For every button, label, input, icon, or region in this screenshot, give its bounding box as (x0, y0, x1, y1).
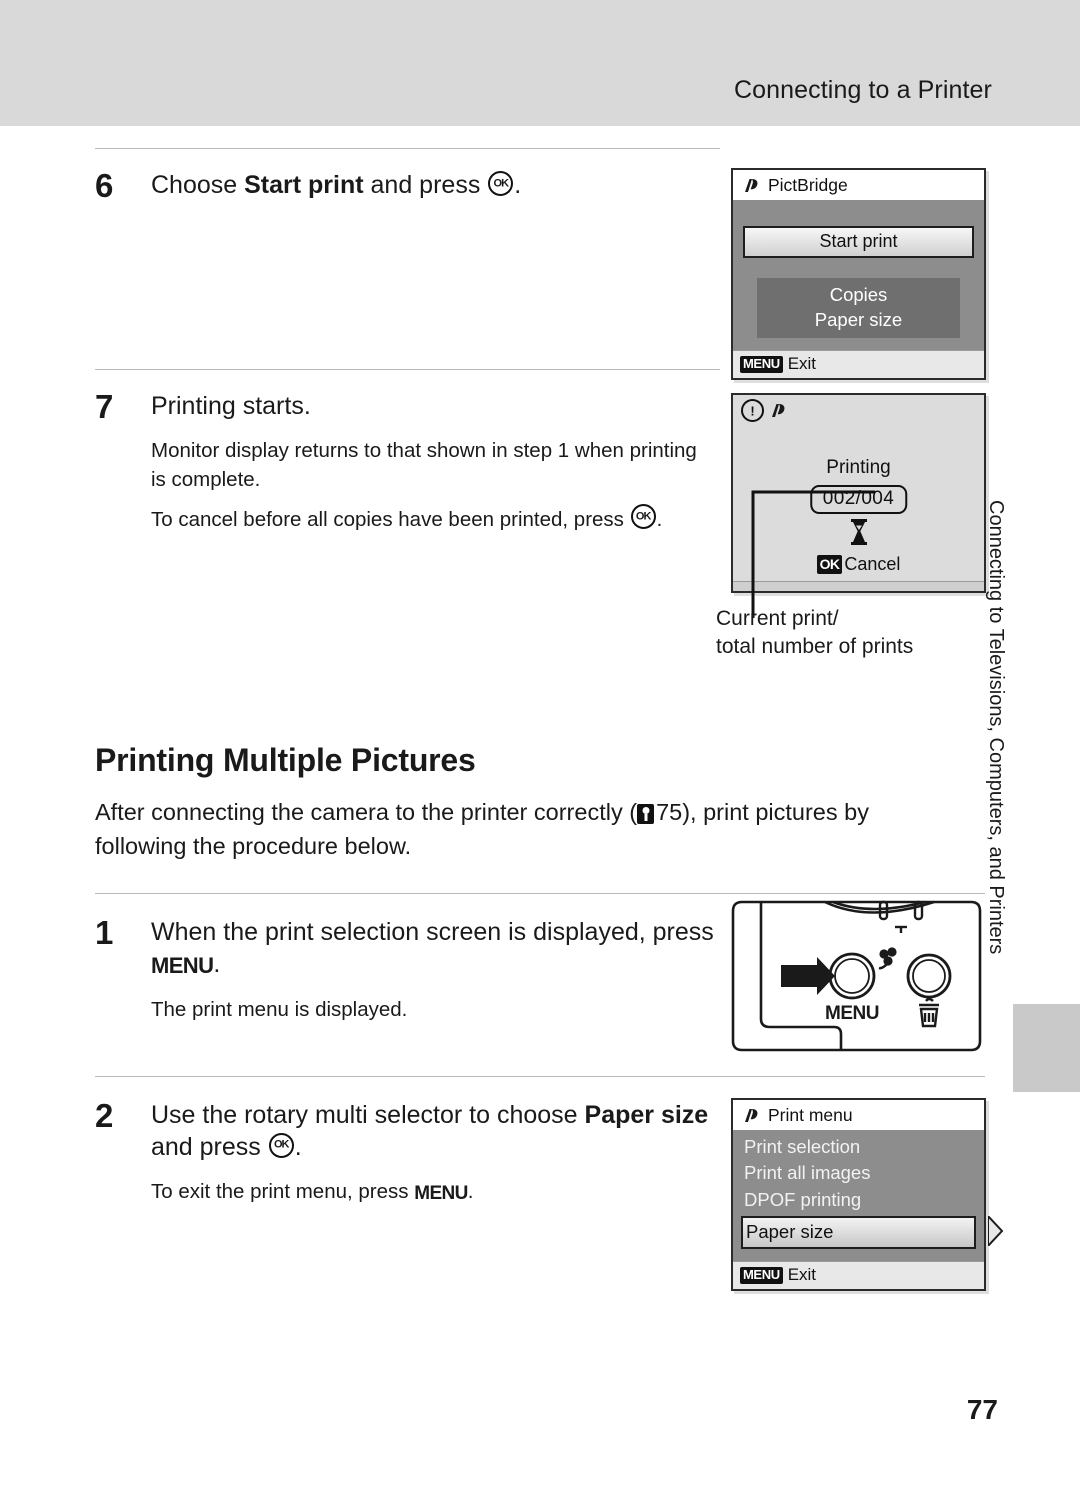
step-1-title: When the print selection screen is displ… (151, 916, 721, 980)
step-2-title-end: . (294, 1132, 302, 1161)
menu-button-label: MENU (825, 1003, 879, 1024)
page-reference-icon (637, 804, 655, 825)
paper-size-menu-item[interactable]: Paper size (757, 307, 960, 332)
step-2-title-bold: Paper size (584, 1100, 709, 1129)
pictbridge-screen-illustration: PictBridge Start print Copies Paper size… (731, 168, 986, 381)
step-2-title: Use the rotary multi selector to choose … (151, 1099, 721, 1163)
print-menu-screen-footer: MENU Exit (733, 1261, 984, 1290)
menu-button-icon: MENU (151, 953, 214, 979)
ok-button-icon (630, 504, 656, 530)
delete-button-circle (906, 953, 952, 999)
step-6-title-post: and press (363, 171, 488, 199)
section-intro-ref-page: 75 (656, 799, 683, 826)
camera-back-illustration: MENU (731, 900, 982, 1052)
section-heading: Printing Multiple Pictures (95, 742, 476, 779)
step-6-number: 6 (95, 167, 113, 204)
menu-badge-icon: MENU (740, 1266, 783, 1284)
print-menu-screen-illustration: Print menu Print selection Print all ima… (731, 1098, 1004, 1292)
paper-size-menu-item[interactable]: Paper size (741, 1215, 1004, 1250)
step-6-title-end: . (514, 171, 522, 199)
step-7-title: Printing starts. (151, 392, 311, 420)
step-7-body: Monitor display returns to that shown in… (151, 436, 711, 534)
step-7-number: 7 (95, 388, 113, 425)
menu-badge-icon: MENU (740, 355, 783, 373)
step-2-title-pre: Use the rotary multi selector to choose (151, 1100, 585, 1129)
pictbridge-screen-footer: MENU Exit (733, 350, 984, 379)
step-1-body: The print menu is displayed. (151, 995, 711, 1024)
page-header-title: Connecting to a Printer (733, 76, 992, 104)
pictbridge-screen-title: PictBridge (768, 175, 848, 195)
warning-icon (741, 399, 764, 422)
menu-button-icon: MENU (414, 1182, 468, 1204)
print-count-caption: Current print/ total number of prints (716, 605, 1006, 662)
page-number: 77 (966, 1394, 998, 1425)
dpof-printing-menu-item[interactable]: DPOF printing (741, 1187, 976, 1213)
print-count-caption-line-2: total number of prints (716, 635, 914, 659)
ok-button-icon (268, 1132, 294, 1158)
print-menu-exit-label: Exit (787, 1265, 817, 1285)
step-2-number: 2 (95, 1096, 113, 1134)
pictbridge-logo-icon (741, 176, 761, 196)
chapter-side-tab-label: Connecting to Televisions, Computers, an… (985, 500, 1007, 955)
pointer-arrow-icon (781, 957, 835, 995)
print-selection-menu-item[interactable]: Print selection (741, 1134, 976, 1160)
print-all-images-menu-item[interactable]: Print all images (741, 1160, 976, 1186)
step-1-body-text: The print menu is displayed. (151, 997, 408, 1021)
step-1-number: 1 (95, 914, 113, 952)
ok-button-icon (488, 171, 514, 196)
section-intro-pre: After connecting the camera to the print… (95, 799, 638, 826)
step-6-title-pre: Choose (151, 171, 245, 199)
macro-flower-icon (878, 947, 897, 970)
print-menu-screen-title: Print menu (768, 1105, 853, 1125)
section-intro: After connecting the camera to the print… (95, 795, 965, 863)
pictbridge-exit-label: Exit (787, 354, 817, 374)
step-6-title: Choose Start print and press . (151, 169, 721, 201)
step-2-body: To exit the print menu, press MENU. (151, 1177, 711, 1208)
step-1-title-end: . (213, 950, 221, 979)
print-menu-screen-title-bar: Print menu (733, 1100, 984, 1130)
step-2-body-pre: To exit the print menu, press (151, 1179, 415, 1203)
start-print-menu-item[interactable]: Start print (743, 226, 974, 258)
step-7-body-line-2: To cancel before all copies have been pr… (151, 504, 711, 534)
copies-menu-item[interactable]: Copies (757, 282, 960, 307)
step-7-body-line-2-post: . (656, 508, 663, 532)
pictbridge-screen-panel: Start print Copies Paper size (733, 200, 984, 351)
pictbridge-logo-icon (741, 1106, 761, 1126)
step-2-body-post: . (467, 1179, 474, 1203)
trash-can-icon (919, 997, 939, 1028)
page-header-band (0, 0, 1080, 126)
paper-size-menu-item-label: Paper size (746, 1220, 834, 1242)
step-7-body-line-2-pre: To cancel before all copies have been pr… (151, 508, 630, 532)
step-7-body-line-1: Monitor display returns to that shown in… (151, 439, 697, 492)
pictbridge-secondary-items: Copies Paper size (757, 278, 960, 339)
print-menu-panel: Print selection Print all images DPOF pr… (733, 1130, 1004, 1262)
pictbridge-screen-title-bar: PictBridge (733, 170, 984, 200)
menu-button-circle (828, 952, 876, 1000)
pictbridge-logo-icon (768, 401, 788, 421)
step-1-title-pre: When the print selection screen is displ… (151, 918, 714, 947)
print-count-caption-line-1: Current print/ (716, 607, 839, 630)
step-6-title-bold: Start print (244, 171, 364, 199)
chapter-side-tab-block (1013, 1004, 1080, 1092)
printing-status-icons (741, 399, 788, 422)
step-2-body-text: To exit the print menu, press MENU. (151, 1177, 711, 1208)
step-2-title-mid: and press (151, 1132, 268, 1161)
